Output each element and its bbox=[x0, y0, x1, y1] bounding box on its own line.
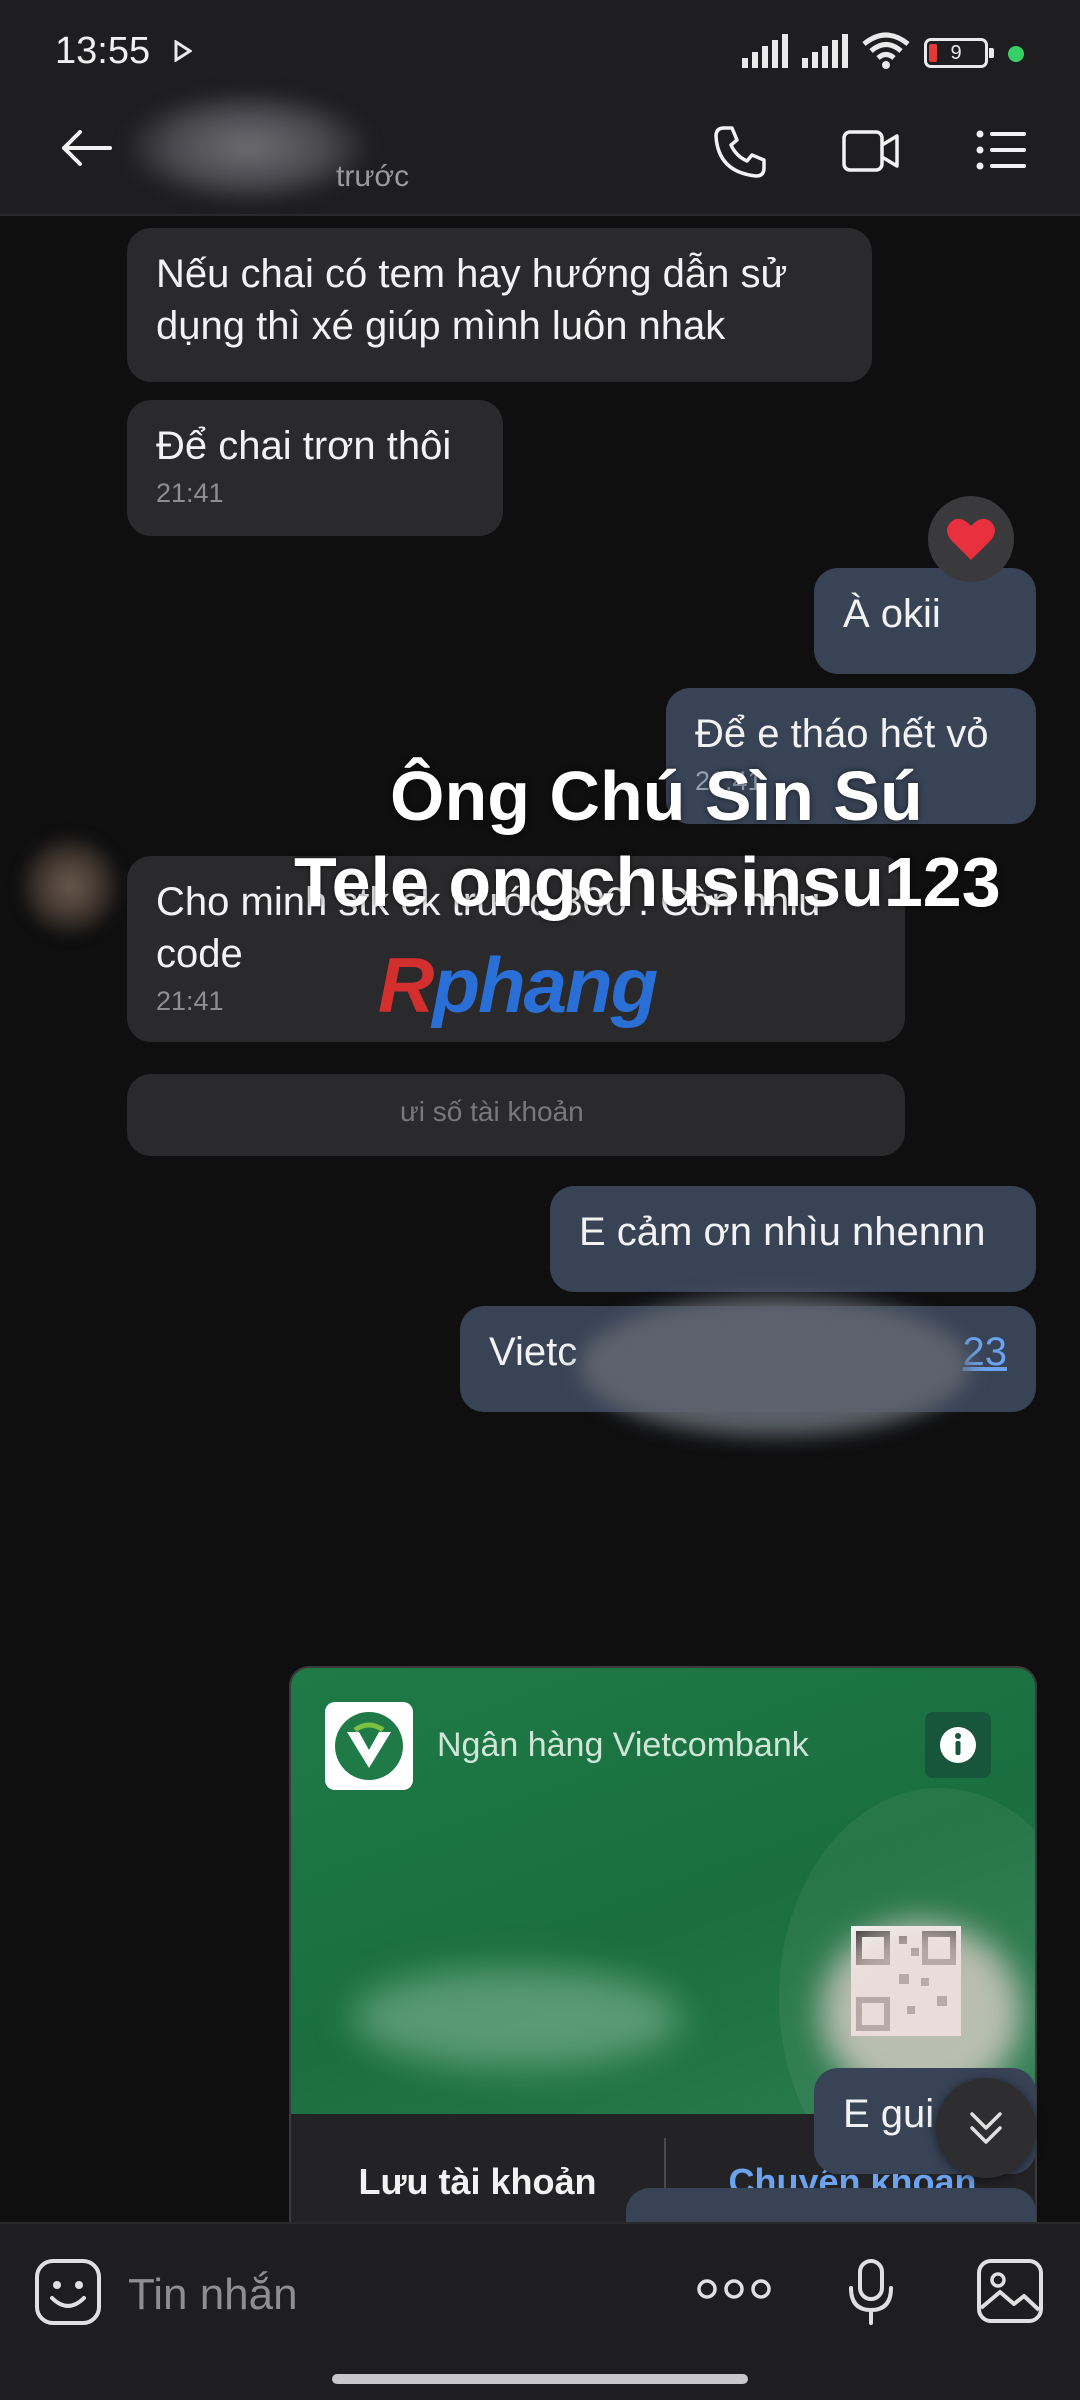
watermark-logo: Rphang bbox=[378, 940, 658, 1031]
scroll-to-bottom-button[interactable] bbox=[936, 2078, 1036, 2178]
message-text: Nếu chai có tem hay hướng dẫn sử dụng th… bbox=[156, 252, 788, 348]
video-call-icon[interactable] bbox=[842, 128, 900, 174]
message-time: 21:41 bbox=[156, 478, 224, 508]
qr-code-icon[interactable] bbox=[851, 1926, 961, 2036]
signal-strength-icon bbox=[742, 34, 788, 68]
redaction-blur bbox=[580, 1296, 970, 1436]
microphone-icon[interactable] bbox=[846, 2258, 896, 2326]
message-text: Để e tháo hết vỏ bbox=[695, 712, 989, 756]
message-text: E gui bbox=[843, 2092, 935, 2136]
chat-header: trước bbox=[0, 84, 1080, 216]
message-list[interactable]: Nếu chai có tem hay hướng dẫn sử dụng th… bbox=[0, 216, 1080, 2222]
media-play-icon bbox=[174, 40, 192, 62]
last-seen-subtitle: trước bbox=[336, 160, 410, 193]
outgoing-message[interactable]: À okii bbox=[814, 568, 1036, 674]
message-text-start: Vietc bbox=[489, 1330, 578, 1374]
message-text: À okii bbox=[843, 592, 941, 636]
outgoing-message-partial[interactable] bbox=[626, 2188, 1036, 2222]
message-text: Để chai trơn thôi bbox=[156, 424, 452, 468]
menu-list-icon[interactable] bbox=[976, 128, 1028, 172]
sticker-emoji-icon[interactable] bbox=[34, 2258, 102, 2326]
save-account-button[interactable]: Lưu tài khoản bbox=[291, 2161, 664, 2203]
message-input[interactable]: Tin nhắn bbox=[128, 2270, 298, 2320]
bank-card-body: Ngân hàng Vietcombank bbox=[291, 1668, 1035, 2208]
outgoing-message[interactable]: E cảm ơn nhìu nhennn bbox=[550, 1186, 1036, 1292]
watermark-logo-text: phang bbox=[432, 941, 658, 1029]
message-input-bar: Tin nhắn bbox=[0, 2222, 1080, 2400]
privacy-indicator-dot bbox=[1008, 46, 1024, 62]
image-gallery-icon[interactable] bbox=[976, 2258, 1044, 2324]
phone-call-icon[interactable] bbox=[712, 124, 768, 180]
contact-name-blurred[interactable] bbox=[128, 92, 368, 202]
watermark-logo-r: R bbox=[378, 941, 434, 1029]
heart-reaction-icon[interactable] bbox=[928, 496, 1014, 582]
battery-icon: 9 bbox=[924, 38, 994, 68]
message-text-obscured: ưi số tài khoản bbox=[400, 1096, 584, 1127]
watermark-line2: Tele ongchusinsu123 bbox=[294, 843, 1001, 921]
status-bar: 13:55 9 bbox=[0, 0, 1080, 84]
home-indicator[interactable] bbox=[332, 2374, 748, 2384]
bank-name: Ngân hàng Vietcombank bbox=[437, 1726, 809, 1764]
status-time: 13:55 bbox=[55, 30, 151, 72]
watermark-line1: Ông Chú Sìn Sú bbox=[390, 757, 923, 835]
account-details-blurred bbox=[351, 1968, 681, 2068]
more-options-icon[interactable] bbox=[696, 2278, 772, 2300]
incoming-message[interactable]: Nếu chai có tem hay hướng dẫn sử dụng th… bbox=[127, 228, 872, 382]
incoming-message[interactable]: Để chai trơn thôi 21:41 bbox=[127, 400, 503, 536]
back-arrow-icon[interactable] bbox=[60, 128, 112, 168]
vietcombank-logo-icon bbox=[325, 1702, 413, 1790]
info-icon[interactable] bbox=[925, 1712, 991, 1778]
wifi-icon bbox=[862, 32, 910, 69]
message-text: E cảm ơn nhìu nhennn bbox=[579, 1210, 986, 1254]
double-chevron-down-icon bbox=[970, 2112, 1002, 2144]
signal-strength-icon bbox=[802, 34, 848, 68]
